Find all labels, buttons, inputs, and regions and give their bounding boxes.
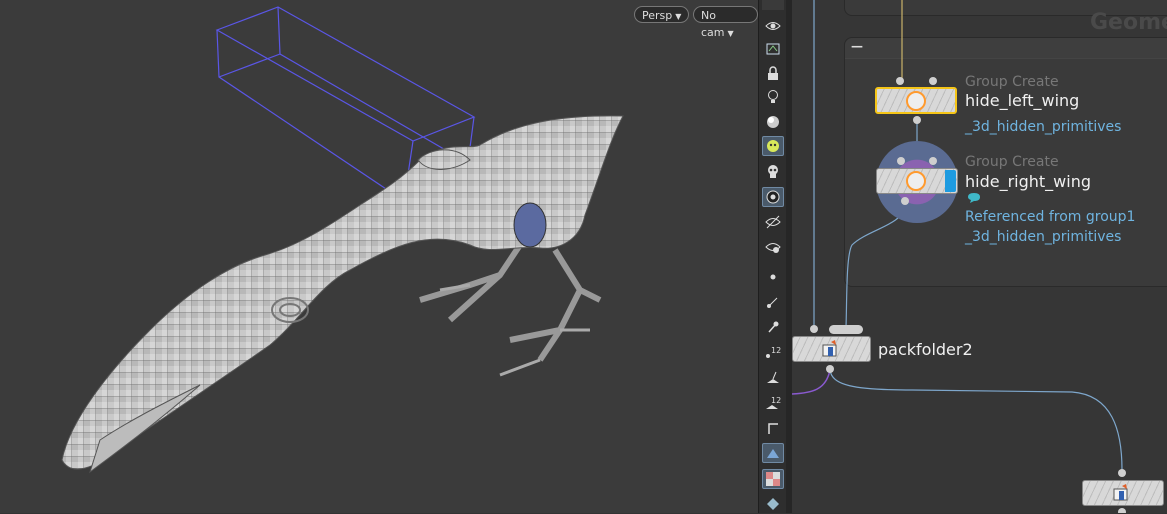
output-connector[interactable] (826, 365, 834, 373)
normal-icon[interactable] (762, 292, 784, 312)
wireframe-shaded-icon[interactable] (762, 443, 784, 463)
node-name-label[interactable]: hide_right_wing (965, 172, 1091, 191)
input-connector[interactable] (810, 325, 818, 333)
output-connector[interactable] (901, 197, 909, 205)
pin-icon[interactable] (762, 317, 784, 337)
node-name-label[interactable]: hide_left_wing (965, 91, 1079, 110)
display-options-icon[interactable] (762, 39, 784, 59)
eye-slash-icon[interactable] (762, 212, 784, 232)
chevron-down-icon: ▼ (675, 12, 682, 21)
input-connector[interactable] (929, 77, 937, 85)
node-name-label[interactable]: packfolder2 (878, 340, 973, 359)
creature-mesh (61, 115, 624, 474)
network-editor[interactable]: Geome — Group Create hide_left_wing _3d_… (792, 0, 1167, 513)
lock-icon[interactable] (762, 63, 784, 83)
toolbar-top-tab[interactable] (762, 0, 784, 10)
skull-icon[interactable] (762, 161, 784, 181)
input-connector[interactable] (929, 157, 937, 165)
wire-purple (792, 369, 831, 395)
node-downstream[interactable] (1082, 480, 1164, 506)
prim-normal-icon[interactable] (762, 368, 784, 388)
input-connector[interactable] (1118, 469, 1126, 477)
viewport-canvas (61, 6, 624, 474)
eye-cog-icon[interactable] (762, 237, 784, 257)
node-type-label: Group Create (965, 74, 1059, 90)
scene-viewport[interactable]: Persp ▼ No cam ▼ (0, 0, 758, 513)
wire-right-to-pack (845, 206, 906, 328)
corner-icon[interactable] (762, 418, 784, 438)
input-connector[interactable] (896, 77, 904, 85)
pack-folder-icon (822, 340, 837, 357)
svg-text:12: 12 (771, 346, 781, 355)
display-flag[interactable] (945, 170, 956, 192)
point-numbers-icon[interactable]: 12 (762, 342, 784, 362)
shading-icon[interactable] (762, 112, 784, 132)
checker-texture-icon[interactable] (762, 469, 784, 489)
group-create-icon (906, 91, 926, 111)
wire-pack-out (829, 369, 1123, 471)
node-hide-left-wing[interactable] (875, 87, 957, 114)
gear-sphere-icon[interactable] (762, 187, 784, 207)
camera-label: Persp (642, 9, 673, 22)
cam-select-button[interactable]: No cam ▼ (693, 6, 758, 39)
output-connector[interactable] (1118, 508, 1126, 513)
group-create-icon (906, 171, 926, 191)
svg-text:12: 12 (771, 396, 781, 405)
light-bulb-icon[interactable] (762, 87, 784, 107)
prim-numbers-icon[interactable]: 12 (762, 393, 784, 413)
node-info-line: _3d_hidden_primitives (965, 229, 1122, 245)
output-connector[interactable] (913, 116, 921, 124)
chevron-down-icon: ▼ (727, 29, 734, 38)
display-toolbar: 12 12 (758, 0, 788, 513)
point-icon[interactable] (762, 267, 784, 287)
node-hide-right-wing[interactable] (876, 168, 958, 194)
pack-folder-icon (1113, 484, 1128, 501)
input-connector[interactable] (897, 157, 905, 165)
node-info-line: _3d_hidden_primitives (965, 119, 1122, 135)
camera-menu-button[interactable]: Persp ▼ (634, 6, 690, 23)
node-packfolder2[interactable] (792, 336, 871, 362)
node-info-line: Referenced from group1 (965, 209, 1136, 225)
node-type-label: Group Create (965, 154, 1059, 170)
eye-icon[interactable] (762, 16, 784, 36)
comment-icon[interactable] (967, 193, 981, 204)
cube-icon[interactable] (762, 494, 784, 514)
multi-input-connector[interactable] (829, 325, 863, 334)
ghost-icon[interactable] (762, 136, 784, 156)
